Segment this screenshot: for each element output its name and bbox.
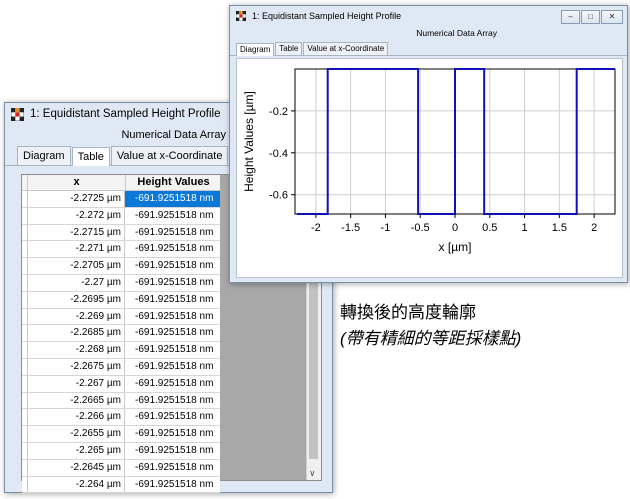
cell-height-value[interactable]: -691.9251518 nm <box>125 409 220 425</box>
y-tick-label: -0.4 <box>269 148 288 160</box>
x-tick-label: 1 <box>522 222 528 234</box>
cell-height-value[interactable]: -691.9251518 nm <box>125 225 220 241</box>
table-row[interactable]: -2.264 µm -691.9251518 nm <box>22 476 220 494</box>
cell-height-value[interactable]: -691.9251518 nm <box>125 191 220 207</box>
cell-x[interactable]: -2.2655 µm <box>28 426 125 442</box>
cell-height-value[interactable]: -691.9251518 nm <box>125 292 220 308</box>
diagram-window: 1: Equidistant Sampled Height Profile – … <box>229 5 628 283</box>
table-header: x Height Values <box>22 175 220 191</box>
column-header-height-values[interactable]: Height Values <box>126 175 221 190</box>
cell-x[interactable]: -2.2675 µm <box>28 358 125 375</box>
cell-x[interactable]: -2.2715 µm <box>28 224 125 241</box>
cell-x[interactable]: -2.2645 µm <box>28 459 125 476</box>
table-row[interactable]: -2.266 µm -691.9251518 nm <box>22 409 220 427</box>
cell-height-value[interactable]: -691.9251518 nm <box>125 342 220 358</box>
table-row[interactable]: -2.2695 µm -691.9251518 nm <box>22 291 220 309</box>
cell-height-value[interactable]: -691.9251518 nm <box>125 443 220 459</box>
table-row[interactable]: -2.2665 µm -691.9251518 nm <box>22 392 220 410</box>
tab-table[interactable]: Table <box>71 147 110 166</box>
x-tick-label: 0.5 <box>482 222 497 234</box>
annotation-caption: 轉換後的高度輪廓 (帶有精細的等距採樣點) <box>340 300 521 352</box>
cell-height-value[interactable]: -691.9251518 nm <box>125 460 220 476</box>
x-tick-label: 2 <box>591 222 597 234</box>
x-axis-ticks: -2 -1.5 -1 -0.5 0 0.5 1 1.5 2 <box>311 214 597 234</box>
cell-height-value[interactable]: -691.9251518 nm <box>125 275 220 291</box>
cell-height-value[interactable]: -691.9251518 nm <box>125 325 220 341</box>
scroll-down-arrow-icon[interactable]: ∨ <box>309 468 316 479</box>
cell-x[interactable]: -2.271 µm <box>28 241 125 258</box>
window-controls: – □ ✕ <box>560 10 623 24</box>
caption-line-1: 轉換後的高度輪廓 <box>340 303 476 322</box>
cell-x[interactable]: -2.266 µm <box>28 409 125 426</box>
table-row[interactable]: -2.267 µm -691.9251518 nm <box>22 375 220 393</box>
table-row[interactable]: -2.2645 µm -691.9251518 nm <box>22 459 220 477</box>
cell-height-value[interactable]: -691.9251518 nm <box>125 426 220 442</box>
table-row[interactable]: -2.272 µm -691.9251518 nm <box>22 207 220 225</box>
table-row[interactable]: -2.2675 µm -691.9251518 nm <box>22 358 220 376</box>
table-row[interactable]: -2.269 µm -691.9251518 nm <box>22 308 220 326</box>
diagram-window-tabs: Diagram Table Value at x-Coordinate <box>230 40 627 56</box>
cell-x[interactable]: -2.2705 µm <box>28 258 125 274</box>
table-row[interactable]: -2.268 µm -691.9251518 nm <box>22 342 220 359</box>
table-row[interactable]: -2.27 µm -691.9251518 nm <box>22 274 220 292</box>
caption-line-2: (帶有精細的等距採樣點) <box>340 329 522 348</box>
table-row[interactable]: -2.2715 µm -691.9251518 nm <box>22 224 220 242</box>
x-axis-label: x [µm] <box>439 240 472 254</box>
minimize-icon[interactable]: – <box>561 10 580 24</box>
y-axis-label: Height Values [µm] <box>242 91 256 192</box>
cell-x[interactable]: -2.265 µm <box>28 442 125 459</box>
table-window-title: 1: Equidistant Sampled Height Profile <box>30 108 221 120</box>
x-tick-label: -0.5 <box>411 222 430 234</box>
cell-height-value[interactable]: -691.9251518 nm <box>125 241 220 257</box>
table-body: -2.2725 µm -691.9251518 nm -2.272 µm -691.9… <box>22 191 220 494</box>
cell-x[interactable]: -2.264 µm <box>28 476 125 493</box>
table-row[interactable]: -2.265 µm -691.9251518 nm <box>22 442 220 460</box>
cell-x[interactable]: -2.2685 µm <box>28 325 125 342</box>
cell-x[interactable]: -2.268 µm <box>28 342 125 358</box>
cell-x[interactable]: -2.267 µm <box>28 375 125 392</box>
cell-x[interactable]: -2.27 µm <box>28 274 125 291</box>
cell-height-value[interactable]: -691.9251518 nm <box>125 393 220 409</box>
x-tick-label: -1.5 <box>341 222 360 234</box>
tab-value-at-x[interactable]: Value at x-Coordinate <box>303 42 389 55</box>
tab-table[interactable]: Table <box>275 42 303 55</box>
table-row[interactable]: -2.2705 µm -691.9251518 nm <box>22 258 220 275</box>
diagram-plot-area[interactable]: -2 -1.5 -1 -0.5 0 0.5 1 1.5 2 -0.2 -0.4 -0.6 x [µm… <box>236 58 623 278</box>
diagram-window-title: 1: Equidistant Sampled Height Profile <box>252 11 402 21</box>
data-table: x Height Values -2.2725 µm -691.9251518 n… <box>22 175 220 494</box>
column-header-x[interactable]: x <box>28 175 126 190</box>
cell-height-value[interactable]: -691.9251518 nm <box>125 208 220 224</box>
cell-height-value[interactable]: -691.9251518 nm <box>125 376 220 392</box>
cell-x[interactable]: -2.2695 µm <box>28 291 125 308</box>
cell-x[interactable]: -2.269 µm <box>28 308 125 325</box>
x-tick-label: -1 <box>381 222 391 234</box>
x-tick-label: 1.5 <box>552 222 567 234</box>
y-tick-label: -0.6 <box>269 190 288 202</box>
cell-x[interactable]: -2.272 µm <box>28 207 125 224</box>
height-profile-chart[interactable]: -2 -1.5 -1 -0.5 0 0.5 1 1.5 2 -0.2 -0.4 -0.6 x [µm… <box>237 59 622 277</box>
cell-height-value[interactable]: -691.9251518 nm <box>125 309 220 325</box>
tab-value-at-x[interactable]: Value at x-Coordinate <box>110 146 229 165</box>
cell-height-value[interactable]: -691.9251518 nm <box>125 258 220 274</box>
cell-x[interactable]: -2.2725 µm <box>28 191 125 207</box>
table-row[interactable]: -2.2655 µm -691.9251518 nm <box>22 426 220 443</box>
cell-x[interactable]: -2.2665 µm <box>28 392 125 409</box>
close-icon[interactable]: ✕ <box>601 10 623 24</box>
x-tick-label: 0 <box>452 222 458 234</box>
tab-diagram[interactable]: Diagram <box>17 146 71 165</box>
y-tick-label: -0.2 <box>269 106 288 118</box>
cell-height-value[interactable]: -691.9251518 nm <box>125 477 220 493</box>
table-row[interactable]: -2.2725 µm -691.9251518 nm <box>22 191 220 208</box>
table-row[interactable]: -2.2685 µm -691.9251518 nm <box>22 325 220 343</box>
height-profile-series <box>296 68 615 215</box>
x-tick-label: -2 <box>311 222 321 234</box>
tab-diagram[interactable]: Diagram <box>236 43 275 56</box>
maximize-icon[interactable]: □ <box>581 10 600 24</box>
cell-height-value[interactable]: -691.9251518 nm <box>125 359 220 375</box>
y-axis-ticks: -0.2 -0.4 -0.6 <box>269 106 295 202</box>
table-row[interactable]: -2.271 µm -691.9251518 nm <box>22 241 220 259</box>
app-checker-icon <box>11 107 24 121</box>
app-checker-icon <box>236 11 246 21</box>
diagram-window-subheader: Numerical Data Array <box>416 28 497 38</box>
